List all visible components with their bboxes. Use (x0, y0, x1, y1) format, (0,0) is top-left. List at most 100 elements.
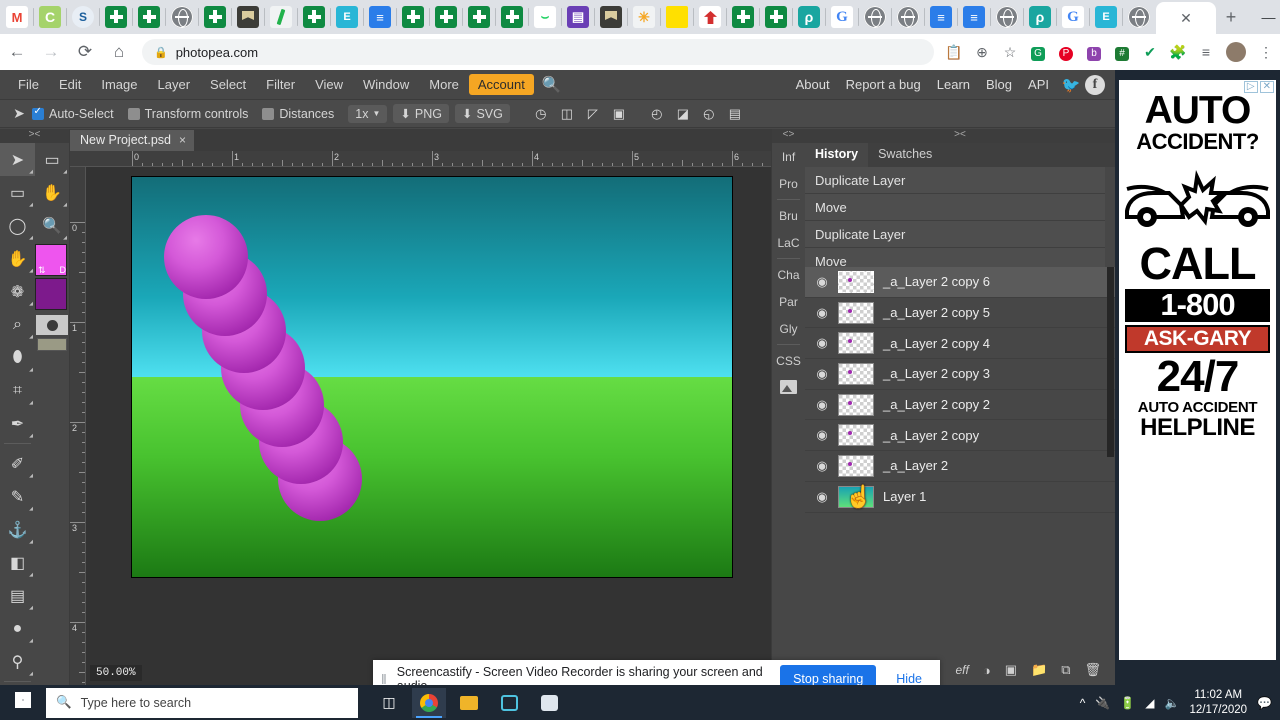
forward-button[interactable]: → (34, 42, 68, 62)
bookmark-cross-3-icon[interactable] (204, 6, 226, 28)
layer-thumbnail[interactable] (838, 485, 874, 508)
layer-comps-panel-tab[interactable]: LaC (772, 229, 805, 256)
clone-stamp-tool[interactable]: ⚓ (0, 513, 35, 546)
chrome-taskbar-icon[interactable] (412, 687, 446, 718)
browser-tab-photopea[interactable]: ✕ (1156, 2, 1216, 34)
reload-button[interactable]: ⟳ (68, 42, 102, 62)
close-tab-icon[interactable]: ✕ (1180, 10, 1192, 27)
layer-row[interactable]: ◉ _a_Layer 2 copy 3 (805, 359, 1115, 390)
layer-thumbnail[interactable] (838, 362, 874, 385)
move-tool-icon[interactable]: ➤ (6, 105, 32, 122)
ad-close-icon[interactable]: ✕ (1259, 81, 1274, 93)
hand-tool[interactable]: ✋ (0, 242, 35, 275)
extension-b-icon[interactable]: b (1080, 43, 1108, 61)
layer-effects-icon[interactable]: eff (956, 663, 969, 677)
layer-name[interactable]: _a_Layer 2 copy 5 (883, 305, 990, 320)
layer-visibility-eye-icon[interactable]: ◉ (815, 274, 829, 290)
distances-checkbox[interactable]: Distances (262, 107, 334, 121)
layer-visibility-eye-icon[interactable]: ◉ (815, 366, 829, 382)
align-right-edges-icon[interactable]: ◵ (696, 103, 722, 125)
default-colors-icon[interactable]: D (60, 265, 67, 276)
taskbar-clock[interactable]: 11:02 AM 12/17/2020 (1189, 688, 1247, 717)
artboard[interactable] (132, 177, 732, 577)
zoom-tool[interactable]: ⌕ (0, 308, 35, 341)
adjustment-layer-icon[interactable]: ◑ (983, 663, 991, 678)
photos-taskbar-icon[interactable] (492, 688, 526, 718)
bookmark-cross-1-icon[interactable] (105, 6, 127, 28)
file-explorer-taskbar-icon[interactable] (452, 688, 486, 718)
panels-collapse-handle[interactable]: >< (805, 129, 1115, 143)
menu-item-file[interactable]: File (8, 73, 49, 96)
layer-thumbnail[interactable] (838, 332, 874, 355)
layer-mask-icon[interactable]: ▣ (1005, 662, 1017, 678)
align-bottom-edges-icon[interactable]: ◷ (528, 103, 554, 125)
align-vertical-centers-icon[interactable]: ◫ (554, 103, 580, 125)
distribute-horizontal-icon[interactable]: ▤ (722, 103, 748, 125)
bookmark-globe-2-icon[interactable] (864, 6, 886, 28)
star-icon[interactable]: ☆ (996, 44, 1024, 61)
bookmark-cross-7-icon[interactable] (468, 6, 490, 28)
transform-controls-checkbox[interactable]: Transform controls (127, 107, 248, 121)
windows-start-icon[interactable] (0, 692, 46, 713)
bookmark-globe-3-icon[interactable] (897, 6, 919, 28)
adchoices-icon[interactable]: ▷ (1243, 81, 1258, 93)
bookmark-star-1-icon[interactable]: ✳ (633, 6, 655, 28)
bookmark-flag-1-icon[interactable] (237, 6, 259, 28)
bookmark-cross-6-icon[interactable] (435, 6, 457, 28)
extension-puzzle-icon[interactable]: 🧩 (1164, 44, 1192, 61)
clipboard-icon[interactable]: 📋 (940, 44, 968, 61)
layer-thumbnail[interactable] (838, 270, 874, 293)
align-top-edges-icon[interactable]: ◸ (580, 103, 606, 125)
brush-tool[interactable]: ✎ (0, 480, 35, 513)
address-bar[interactable]: 🔒 photopea.com (142, 39, 934, 65)
bookmark-list-1-icon[interactable] (567, 6, 589, 28)
bookmark-cross-9-icon[interactable] (732, 6, 754, 28)
crop-tool[interactable]: ⌗ (0, 374, 35, 407)
new-tab-button[interactable]: + (1216, 7, 1246, 28)
layer-thumbnail[interactable] (838, 393, 874, 416)
history-item[interactable]: Duplicate Layer (805, 167, 1105, 194)
bookmark-google-1-icon[interactable]: G (831, 6, 853, 28)
layer-name[interactable]: _a_Layer 2 copy (883, 428, 979, 443)
tab-swatches[interactable]: Swatches (868, 143, 942, 167)
action-center-icon[interactable]: 💬 (1257, 696, 1272, 710)
dodge-tool[interactable]: ⚲ (0, 645, 35, 678)
add-icon[interactable]: ⊕ (968, 44, 996, 61)
layer-visibility-eye-icon[interactable]: ◉ (815, 427, 829, 443)
extension-grid-icon[interactable]: # (1108, 43, 1136, 61)
link-about[interactable]: About (788, 73, 838, 96)
bookmark-pen-1-icon[interactable] (270, 6, 292, 28)
history-item[interactable]: Duplicate Layer (805, 221, 1105, 248)
usb-icon[interactable]: 🔌 (1095, 696, 1110, 710)
align-left-edges-icon[interactable]: ◴ (644, 103, 670, 125)
lasso-tool[interactable]: ❁ (0, 275, 35, 308)
menu-item-view[interactable]: View (305, 73, 353, 96)
close-document-icon[interactable]: × (179, 133, 186, 147)
link-blog[interactable]: Blog (978, 73, 1020, 96)
layer-row[interactable]: ◉ _a_Layer 2 (805, 451, 1115, 482)
bookmark-cross-5-icon[interactable] (402, 6, 424, 28)
menu-item-more[interactable]: More (419, 73, 469, 96)
layer-row[interactable]: ◉ _a_Layer 2 copy 2 (805, 390, 1115, 421)
bookmark-flag-2-icon[interactable] (600, 6, 622, 28)
layer-name[interactable]: _a_Layer 2 copy 4 (883, 336, 990, 351)
back-button[interactable]: ← (0, 42, 34, 62)
menu-item-window[interactable]: Window (353, 73, 419, 96)
info-panel-tab[interactable]: Inf (772, 143, 805, 170)
layers-scrollbar[interactable] (1107, 267, 1114, 457)
bookmark-globe-5-icon[interactable] (1128, 6, 1150, 28)
distances-box[interactable] (262, 107, 275, 120)
profile-avatar[interactable] (1226, 42, 1246, 62)
export-svg-button[interactable]: ⬇ SVG (454, 104, 510, 123)
bookmark-globe-1-icon[interactable] (171, 6, 193, 28)
battery-icon[interactable]: 🔋 (1120, 696, 1135, 710)
search-icon[interactable]: 🔍 (542, 75, 562, 95)
align-horizontal-centers-icon[interactable]: ◪ (670, 103, 696, 125)
auto-select-box[interactable] (32, 106, 44, 120)
extension-check-icon[interactable]: ✔ (1136, 44, 1164, 61)
layer-row[interactable]: ◉ _a_Layer 2 copy 5 (805, 298, 1115, 329)
bookmark-up-1-icon[interactable] (699, 6, 721, 28)
brushes-panel-tab[interactable]: Bru (772, 202, 805, 229)
taskbar-search-box[interactable]: 🔍 Type here to search (46, 687, 358, 718)
ad-creative[interactable]: ▷ ✕ AUTO ACCIDENT? CALL 1-800 ASK-GARY 2… (1119, 80, 1276, 660)
